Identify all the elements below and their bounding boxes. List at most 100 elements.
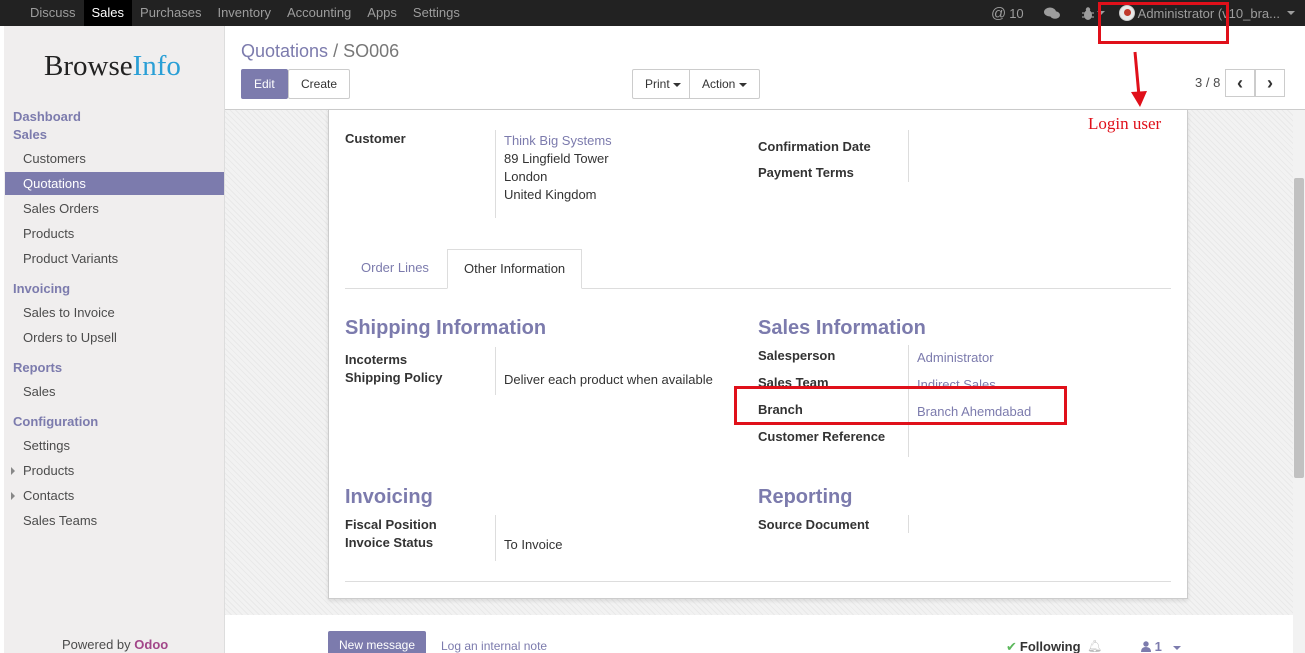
- shipping-policy-label: Shipping Policy: [345, 370, 443, 385]
- sidebar-item-config-products[interactable]: Products: [5, 459, 224, 482]
- invoicing-title: Invoicing: [345, 486, 433, 508]
- chevron-down-icon: [1173, 645, 1182, 650]
- edit-button[interactable]: Edit: [241, 69, 288, 99]
- sidebar-item-customers[interactable]: Customers: [5, 147, 224, 170]
- sheet-bottom-divider: [345, 581, 1171, 582]
- sidebar-section-invoicing[interactable]: Invoicing: [13, 281, 70, 296]
- sidebar-item-reports-sales[interactable]: Sales: [5, 380, 224, 403]
- action-label: Action: [702, 77, 736, 91]
- breadcrumb: Quotations / SO006: [241, 41, 399, 62]
- at-icon: @: [990, 4, 1007, 22]
- chevron-down-icon: [1287, 11, 1295, 15]
- app-menu: Discuss Sales Purchases Inventory Accoun…: [0, 0, 468, 26]
- breadcrumb-current: SO006: [343, 41, 400, 61]
- tab-order-lines[interactable]: Order Lines: [345, 249, 445, 289]
- tab-other-information[interactable]: Other Information: [447, 249, 583, 289]
- followers-count: 1: [1154, 639, 1162, 653]
- breadcrumb-quotations[interactable]: Quotations: [241, 41, 328, 61]
- breadcrumb-separator: /: [328, 41, 344, 61]
- brand-logo[interactable]: BrowseInfo: [44, 50, 181, 83]
- sidebar-item-products[interactable]: Products: [5, 222, 224, 245]
- sidebar-item-label: Products: [23, 463, 75, 478]
- powered-by: Powered by Odoo: [62, 637, 168, 652]
- mentions-count: 10: [1009, 5, 1024, 21]
- chevron-down-icon: [738, 82, 747, 87]
- shipping-information-title: Shipping Information: [345, 317, 547, 339]
- field-divider: [495, 130, 496, 218]
- followers-button[interactable]: 1: [1141, 639, 1182, 653]
- chevron-down-icon: [673, 82, 682, 87]
- following-toggle[interactable]: ✔ Following: [1006, 639, 1081, 653]
- menu-accounting[interactable]: Accounting: [279, 0, 359, 26]
- chat-bubbles-icon: [1043, 7, 1060, 19]
- sidebar-item-orders-to-upsell[interactable]: Orders to Upsell: [5, 326, 224, 349]
- field-divider: [908, 515, 909, 533]
- check-icon: ✔: [1006, 639, 1017, 653]
- menu-sales[interactable]: Sales: [83, 0, 133, 26]
- bell-icon[interactable]: 🔔︎: [1087, 639, 1102, 653]
- customer-link[interactable]: Think Big Systems: [504, 133, 612, 148]
- create-button[interactable]: Create: [288, 69, 351, 99]
- chevron-right-icon: ›: [1267, 72, 1273, 93]
- salesperson-link[interactable]: Administrator: [917, 350, 994, 365]
- chevron-right-icon: [11, 467, 15, 475]
- pager-previous-button[interactable]: ‹: [1225, 69, 1255, 97]
- salesperson-label: Salesperson: [758, 348, 836, 363]
- sidebar-item-sales-to-invoice[interactable]: Sales to Invoice: [5, 301, 224, 324]
- source-document-label: Source Document: [758, 517, 870, 532]
- sidebar-item-quotations[interactable]: Quotations: [5, 172, 224, 195]
- field-divider: [495, 347, 496, 395]
- sidebar-section-reports[interactable]: Reports: [13, 360, 62, 375]
- sidebar-section-dashboard[interactable]: Dashboard: [13, 109, 81, 124]
- sidebar-section-sales[interactable]: Sales: [13, 127, 47, 142]
- menu-purchases[interactable]: Purchases: [132, 0, 209, 26]
- menu-inventory[interactable]: Inventory: [209, 0, 278, 26]
- menu-settings[interactable]: Settings: [405, 0, 468, 26]
- log-internal-note-link[interactable]: Log an internal note: [441, 639, 547, 653]
- sidebar-item-sales-teams[interactable]: Sales Teams: [5, 509, 224, 532]
- fiscal-position-label: Fiscal Position: [345, 517, 437, 532]
- field-divider: [495, 515, 496, 561]
- sidebar-item-settings[interactable]: Settings: [5, 434, 224, 457]
- menu-discuss[interactable]: Discuss: [22, 0, 84, 26]
- menu-apps[interactable]: Apps: [359, 0, 405, 26]
- sidebar-item-contacts[interactable]: Contacts: [5, 484, 224, 507]
- bug-icon: [1081, 6, 1094, 20]
- customer-reference-label: Customer Reference: [758, 429, 886, 444]
- sidebar-item-label: Contacts: [23, 488, 75, 503]
- odoo-link[interactable]: Odoo: [134, 637, 168, 652]
- print-label: Print: [645, 77, 670, 91]
- mentions-button[interactable]: @ 10: [983, 5, 1032, 22]
- messages-button[interactable]: [1032, 7, 1072, 20]
- pager-value[interactable]: 3 / 8: [1195, 75, 1220, 90]
- branch-highlight-box: [734, 386, 1067, 425]
- brand-text-accent: Info: [132, 50, 181, 82]
- field-divider: [908, 130, 909, 182]
- invoice-status-value: To Invoice: [504, 537, 563, 552]
- chevron-left-icon: ‹: [1237, 72, 1243, 93]
- new-message-button[interactable]: New message: [328, 631, 427, 653]
- following-label: Following: [1019, 639, 1081, 653]
- sidebar-item-sales-orders[interactable]: Sales Orders: [5, 197, 224, 220]
- login-user-annotation: Login user: [1088, 114, 1162, 133]
- user-icon: [1141, 641, 1151, 652]
- payment-terms-label: Payment Terms: [758, 165, 854, 180]
- powered-by-text: Powered by: [62, 637, 135, 652]
- incoterms-label: Incoterms: [345, 352, 408, 367]
- sidebar-item-product-variants[interactable]: Product Variants: [5, 247, 224, 270]
- confirmation-date-label: Confirmation Date: [758, 139, 871, 154]
- customer-label: Customer: [345, 131, 406, 146]
- customer-address-line: London: [504, 169, 548, 184]
- sidebar: BrowseInfo Dashboard Sales Customers Quo…: [0, 26, 225, 653]
- print-dropdown[interactable]: Print: [632, 69, 695, 99]
- chevron-right-icon: [11, 492, 15, 500]
- action-dropdown[interactable]: Action: [689, 69, 760, 99]
- brand-text: Browse: [44, 50, 133, 82]
- customer-address-line: United Kingdom: [504, 187, 597, 202]
- scrollbar-thumb[interactable]: [1294, 178, 1304, 478]
- invoice-status-label: Invoice Status: [345, 535, 434, 550]
- sidebar-edge: [0, 26, 4, 653]
- annotation-arrow-icon: [1131, 51, 1147, 107]
- pager-next-button[interactable]: ›: [1255, 69, 1285, 97]
- sidebar-section-configuration[interactable]: Configuration: [13, 414, 98, 429]
